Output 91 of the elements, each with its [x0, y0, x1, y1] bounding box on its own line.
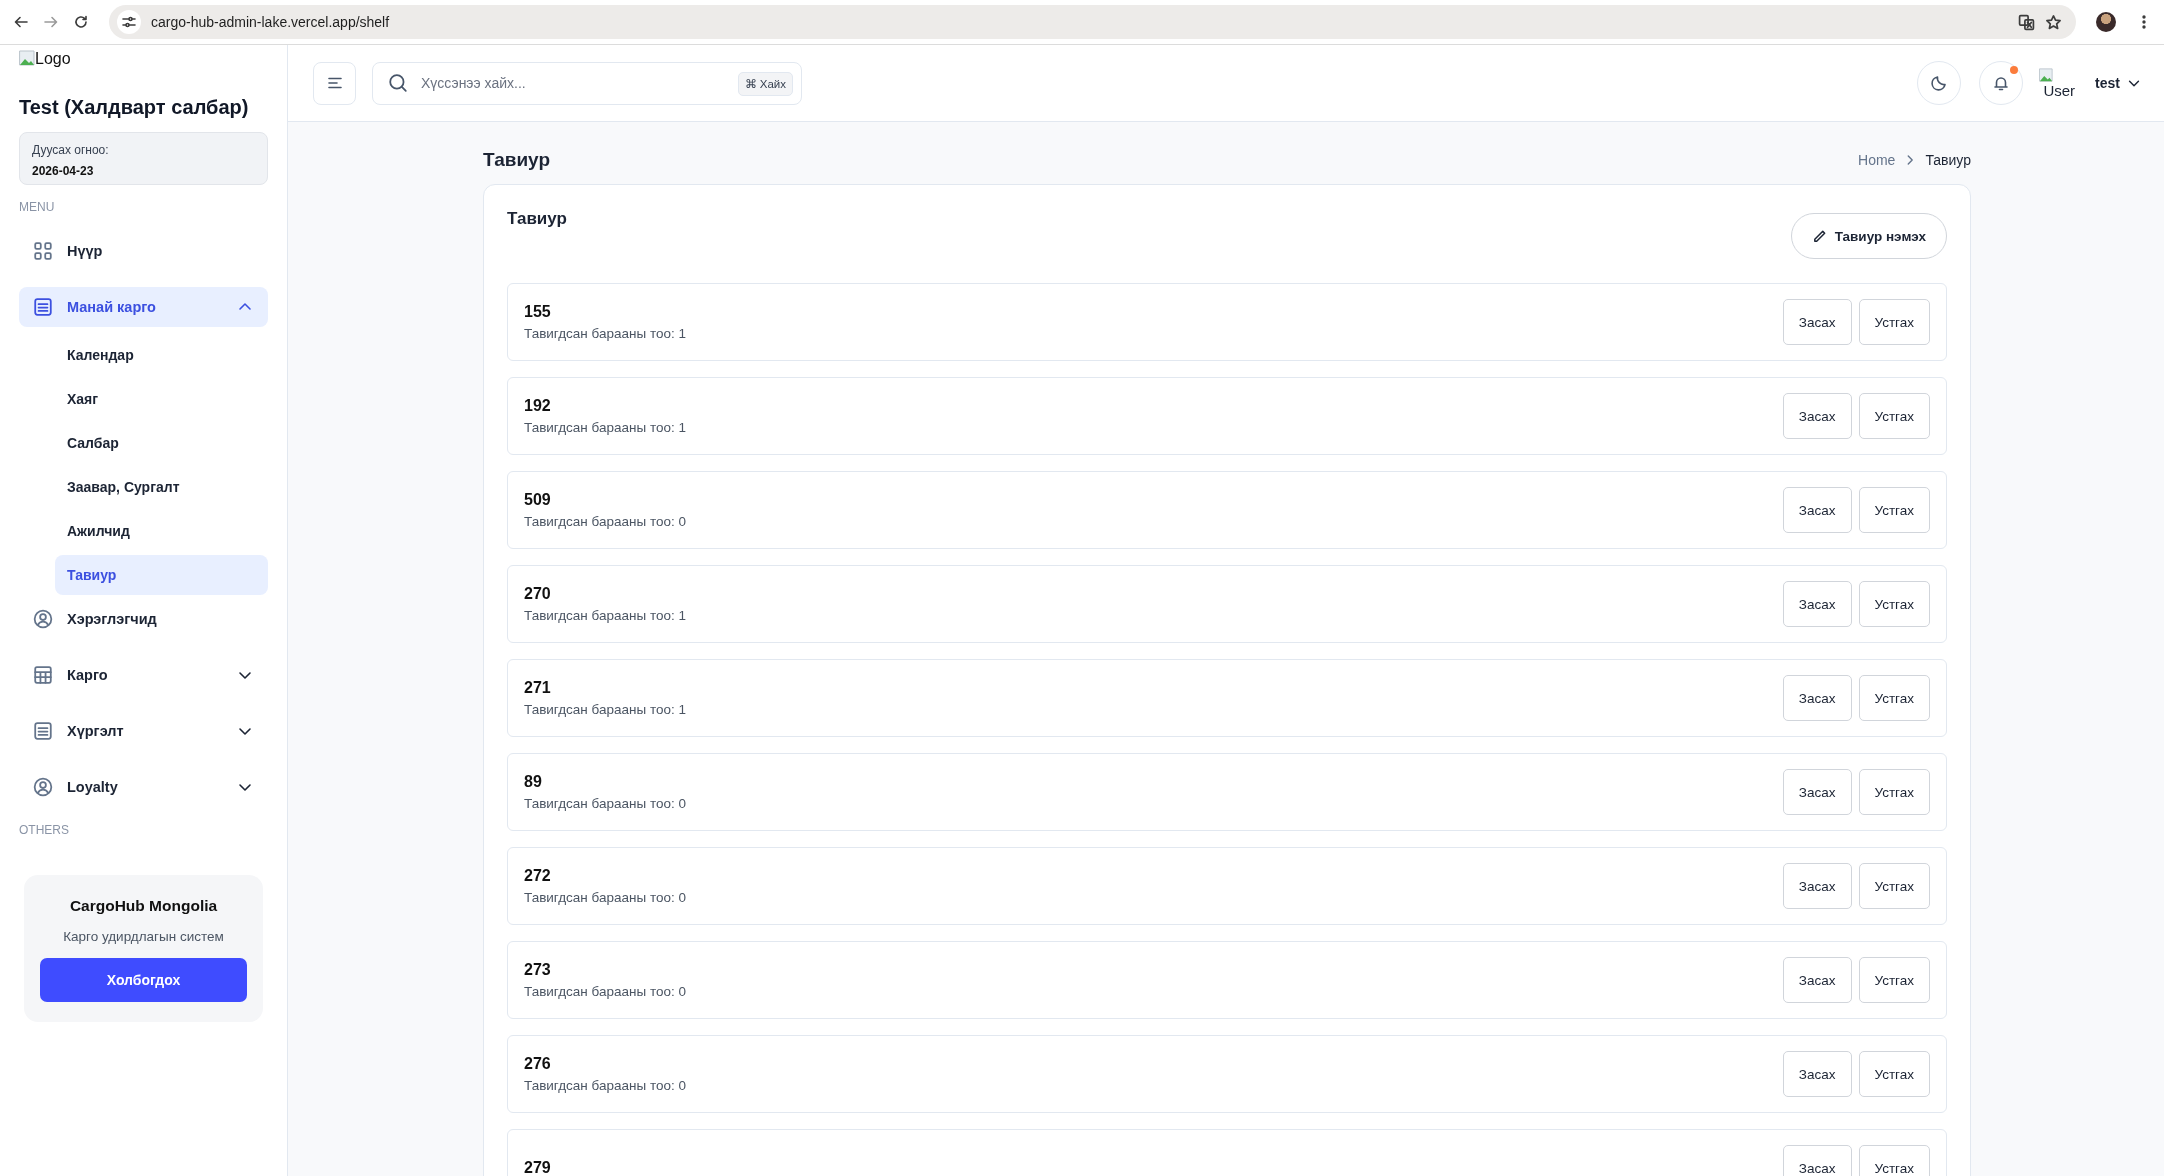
section-heading: MENU [19, 200, 56, 214]
card-title: Тавиур [507, 209, 567, 229]
pencil-icon [1811, 228, 1827, 244]
nav-item[interactable]: Хүргэлт [19, 711, 268, 751]
nav-item[interactable]: Loyalty [19, 767, 268, 807]
delete-button[interactable]: Устгах [1858, 675, 1930, 721]
shelf-number: 273 [524, 961, 552, 979]
bookmark-star-icon[interactable] [2045, 13, 2062, 31]
list-icon [33, 297, 53, 317]
item-count-text: Тавигдсан барааны тоо: 0 [524, 514, 686, 529]
shelf-number: 192 [524, 397, 552, 415]
forward-icon[interactable] [43, 14, 59, 30]
moon-icon [1930, 74, 1949, 92]
delete-button[interactable]: Устгах [1858, 581, 1930, 627]
item-count-text: Тавигдсан барааны тоо: 1 [524, 608, 686, 623]
item-count-text: Тавигдсан барааны тоо: 1 [524, 702, 686, 717]
nav-item[interactable]: Нүүр [19, 231, 268, 271]
bell-icon [1992, 74, 2011, 92]
translate-icon[interactable] [2018, 13, 2035, 31]
profile-avatar[interactable] [2096, 12, 2116, 32]
theme-toggle-button[interactable] [1917, 61, 1962, 105]
shelf-number: 271 [524, 679, 552, 697]
submenu-item[interactable]: Заавар, Сургалт [55, 467, 268, 507]
list-icon [33, 721, 53, 741]
submenu-item[interactable]: Календар [55, 335, 268, 375]
user-icon [33, 609, 53, 629]
user-icon [33, 777, 53, 797]
edit-button[interactable]: Засах [1782, 1145, 1852, 1176]
nav-item[interactable]: Манай карго [19, 287, 268, 327]
breadcrumb-current: Тавиур [1925, 151, 1971, 168]
delete-button[interactable]: Устгах [1858, 863, 1930, 909]
shelf-number: 272 [524, 867, 552, 885]
shelf-number: 509 [524, 491, 552, 509]
edit-button[interactable]: Засах [1782, 769, 1852, 815]
branch-title: Test (Халдварт салбар) [19, 96, 250, 119]
shelf-number: 89 [524, 773, 543, 791]
table-icon [33, 665, 53, 685]
submenu-item[interactable]: Салбар [55, 423, 268, 463]
item-count-text: Тавигдсан барааны тоо: 0 [524, 796, 686, 811]
shelf-number: 270 [524, 585, 552, 603]
edit-button[interactable]: Засах [1782, 393, 1852, 439]
delete-button[interactable]: Устгах [1858, 299, 1930, 345]
nav-item[interactable]: Карго [19, 655, 268, 695]
section-heading: OTHERS [19, 823, 70, 837]
sidebar-toggle-button[interactable] [313, 61, 356, 105]
edit-button[interactable]: Засах [1782, 487, 1852, 533]
submenu-item[interactable]: Хаяг [55, 379, 268, 419]
avatar-alt-text: User [2043, 81, 2076, 99]
nav-item[interactable]: Хэрэглэгчид [19, 599, 268, 639]
delete-button[interactable]: Устгах [1858, 487, 1930, 533]
delete-button[interactable]: Устгах [1858, 957, 1930, 1003]
delete-button[interactable]: Устгах [1858, 1051, 1930, 1097]
edit-button[interactable]: Засах [1782, 863, 1852, 909]
broken-image-icon [19, 50, 35, 66]
edit-button[interactable]: Засах [1782, 581, 1852, 627]
item-count-text: Тавигдсан барааны тоо: 0 [524, 984, 686, 999]
add-shelf-button[interactable]: Тавиур нэмэх [1790, 213, 1947, 259]
grid-icon [33, 241, 53, 261]
site-settings-icon[interactable] [117, 10, 141, 34]
notifications-button[interactable] [1979, 61, 2024, 105]
contact-button[interactable]: Холбогдох [40, 958, 247, 1002]
edit-button[interactable]: Засах [1782, 1051, 1852, 1097]
edit-button[interactable]: Засах [1782, 299, 1852, 345]
page-title: Тавиур [483, 148, 550, 171]
logo-alt-text: Logo [35, 50, 71, 68]
delete-button[interactable]: Устгах [1858, 1145, 1930, 1176]
promo-title: CargoHub Mongolia [68, 897, 219, 915]
reload-icon[interactable] [73, 14, 89, 30]
edit-button[interactable]: Засах [1782, 675, 1852, 721]
shelf-number: 155 [524, 303, 552, 321]
user-menu[interactable]: test [2095, 75, 2142, 91]
search-icon [388, 72, 408, 93]
submenu-item[interactable]: Тавиур [55, 555, 268, 595]
delete-button[interactable]: Устгах [1858, 769, 1930, 815]
url-text: cargo-hub-admin-lake.vercel.app/shelf [151, 14, 390, 30]
expiry-date: 2026-04-23 [32, 164, 95, 178]
back-icon[interactable] [13, 14, 29, 30]
item-count-text: Тавигдсан барааны тоо: 1 [524, 420, 686, 435]
expiry-label: Дуусах огноо: [32, 143, 110, 157]
promo-subtitle: Карго удирдлагын систем [62, 929, 225, 944]
shelf-number: 279 [524, 1159, 551, 1176]
shelf-number: 276 [524, 1055, 552, 1073]
broken-image-icon [2039, 67, 2054, 82]
submenu-item[interactable]: Ажилчид [55, 511, 268, 551]
address-bar[interactable]: cargo-hub-admin-lake.vercel.app/shelf [109, 5, 2076, 39]
breadcrumb-link[interactable]: Home [1858, 151, 1896, 168]
item-count-text: Тавигдсан барааны тоо: 1 [524, 326, 686, 341]
item-count-text: Тавигдсан барааны тоо: 0 [524, 1078, 686, 1093]
edit-button[interactable]: Засах [1782, 957, 1852, 1003]
delete-button[interactable]: Устгах [1858, 393, 1930, 439]
item-count-text: Тавигдсан барааны тоо: 0 [524, 890, 686, 905]
